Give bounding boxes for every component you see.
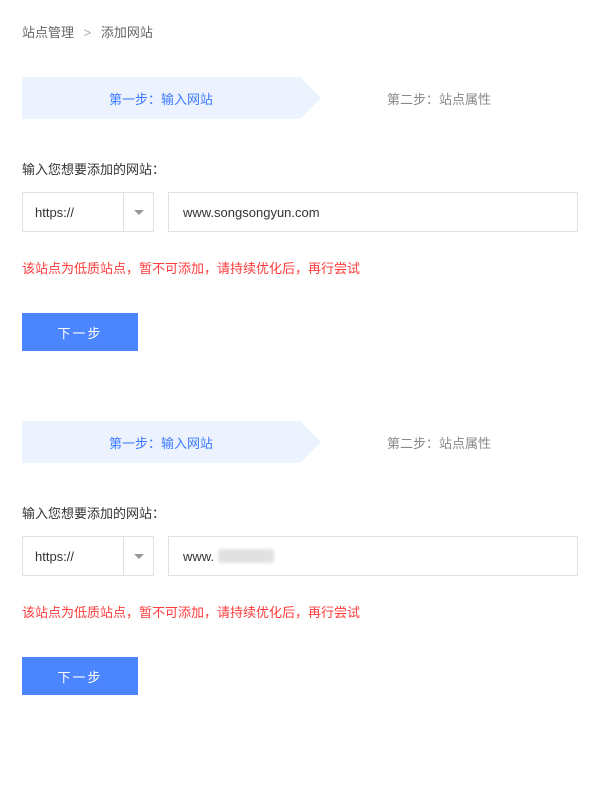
breadcrumb-item-sites[interactable]: 站点管理 bbox=[22, 25, 74, 40]
add-site-panel: 第一步：输入网站 第二步：站点属性 输入您想要添加的网站： https:// w… bbox=[22, 421, 578, 695]
step-label: 第一步：输入网站 bbox=[109, 89, 213, 108]
step-label: 第一步：输入网站 bbox=[109, 433, 213, 452]
next-button[interactable]: 下一步 bbox=[22, 313, 138, 351]
site-url-value: www. bbox=[183, 549, 214, 564]
protocol-value: https:// bbox=[35, 205, 74, 220]
site-input-label: 输入您想要添加的网站： bbox=[22, 503, 578, 522]
breadcrumb-item-add: 添加网站 bbox=[101, 25, 153, 40]
chevron-right-icon: > bbox=[84, 25, 92, 40]
next-button[interactable]: 下一步 bbox=[22, 657, 138, 695]
step-label: 第二步：站点属性 bbox=[387, 89, 491, 108]
chevron-down-icon bbox=[123, 537, 153, 575]
breadcrumb: 站点管理 > 添加网站 bbox=[22, 22, 578, 41]
chevron-down-icon bbox=[123, 193, 153, 231]
site-input-label: 输入您想要添加的网站： bbox=[22, 159, 578, 178]
wizard-steps: 第一步：输入网站 第二步：站点属性 bbox=[22, 421, 578, 463]
add-site-panel: 第一步：输入网站 第二步：站点属性 输入您想要添加的网站： https:// w… bbox=[22, 77, 578, 351]
step-input-site[interactable]: 第一步：输入网站 bbox=[22, 77, 300, 119]
protocol-select[interactable]: https:// bbox=[22, 192, 154, 232]
site-url-input[interactable]: www.songsongyun.com bbox=[168, 192, 578, 232]
step-label: 第二步：站点属性 bbox=[387, 433, 491, 452]
step-input-site[interactable]: 第一步：输入网站 bbox=[22, 421, 300, 463]
step-site-attrs[interactable]: 第二步：站点属性 bbox=[300, 421, 578, 463]
redacted-text bbox=[218, 549, 274, 563]
protocol-value: https:// bbox=[35, 549, 74, 564]
error-message: 该站点为低质站点，暂不可添加，请持续优化后，再行尝试 bbox=[22, 602, 578, 621]
site-url-input[interactable]: www. bbox=[168, 536, 578, 576]
site-url-value: www.songsongyun.com bbox=[183, 205, 320, 220]
step-site-attrs[interactable]: 第二步：站点属性 bbox=[300, 77, 578, 119]
protocol-select[interactable]: https:// bbox=[22, 536, 154, 576]
site-input-row: https:// www. bbox=[22, 536, 578, 576]
error-message: 该站点为低质站点，暂不可添加，请持续优化后，再行尝试 bbox=[22, 258, 578, 277]
wizard-steps: 第一步：输入网站 第二步：站点属性 bbox=[22, 77, 578, 119]
site-input-row: https:// www.songsongyun.com bbox=[22, 192, 578, 232]
